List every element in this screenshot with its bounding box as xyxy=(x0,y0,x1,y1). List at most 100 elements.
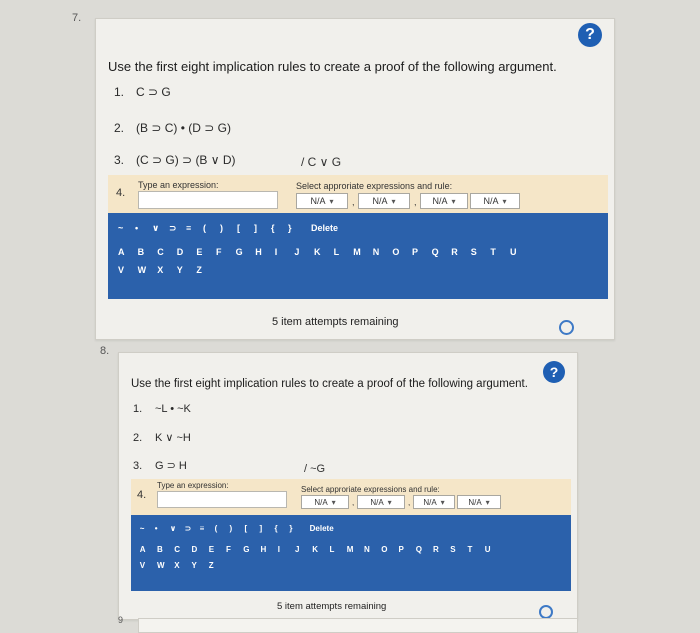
expression-select-2[interactable]: N/A ▾ xyxy=(357,495,405,509)
letter-key[interactable]: C xyxy=(157,247,164,257)
delete-button[interactable]: Delete xyxy=(311,223,338,233)
letter-key[interactable]: W xyxy=(138,265,147,275)
letter-key[interactable]: K xyxy=(314,247,321,257)
letter-key[interactable]: J xyxy=(294,247,299,257)
letter-key[interactable]: W xyxy=(157,561,165,570)
letter-key[interactable]: R xyxy=(451,247,458,257)
expression-select-3[interactable]: N/A ▾ xyxy=(420,193,468,209)
letter-key[interactable]: Q xyxy=(416,545,422,554)
expression-select-2[interactable]: N/A ▾ xyxy=(358,193,410,209)
symbol-key[interactable]: ≡ xyxy=(186,223,191,233)
symbol-key[interactable]: [ xyxy=(245,524,248,533)
letter-key[interactable]: C xyxy=(174,545,180,554)
letter-key[interactable]: G xyxy=(243,545,249,554)
letter-key[interactable]: L xyxy=(334,247,340,257)
letter-key[interactable]: O xyxy=(381,545,387,554)
letter-key[interactable]: X xyxy=(174,561,179,570)
symbol-key[interactable]: ( xyxy=(215,524,218,533)
premise-line-2: 2. (B ⊃ C) • (D ⊃ G) xyxy=(114,121,231,135)
chevron-down-icon: ▾ xyxy=(502,196,507,206)
letter-key[interactable]: P xyxy=(412,247,418,257)
letter-key[interactable]: Q xyxy=(432,247,439,257)
letter-key[interactable]: D xyxy=(192,545,198,554)
symbol-key[interactable]: ) xyxy=(230,524,233,533)
letter-key[interactable]: M xyxy=(347,545,354,554)
symbol-key[interactable]: [ xyxy=(237,223,240,233)
select-value: N/A xyxy=(370,497,384,507)
letter-key[interactable]: V xyxy=(118,265,124,275)
letter-key[interactable]: B xyxy=(138,247,145,257)
symbol-key[interactable]: ) xyxy=(220,223,223,233)
letter-key[interactable]: Y xyxy=(177,265,183,275)
symbol-key[interactable]: ] xyxy=(254,223,257,233)
letter-key[interactable]: A xyxy=(140,545,146,554)
letter-key[interactable]: O xyxy=(392,247,399,257)
letter-key[interactable]: I xyxy=(275,247,278,257)
letter-key[interactable]: J xyxy=(295,545,299,554)
letter-key[interactable]: Y xyxy=(192,561,197,570)
letter-key[interactable]: D xyxy=(177,247,184,257)
letter-key[interactable]: B xyxy=(157,545,163,554)
symbol-key[interactable]: ] xyxy=(259,524,262,533)
letter-key[interactable]: E xyxy=(196,247,202,257)
letter-key[interactable]: M xyxy=(353,247,361,257)
letter-key[interactable]: N xyxy=(364,545,370,554)
expression-select-1[interactable]: N/A ▾ xyxy=(301,495,349,509)
symbol-key[interactable]: ∨ xyxy=(152,223,159,234)
letter-key[interactable]: H xyxy=(255,247,262,257)
letter-key[interactable]: F xyxy=(216,247,222,257)
symbol-key[interactable]: ~ xyxy=(118,223,123,233)
letter-key[interactable]: X xyxy=(157,265,163,275)
expression-input[interactable] xyxy=(157,491,287,508)
letter-key[interactable]: G xyxy=(236,247,243,257)
chevron-down-icon: ▾ xyxy=(485,497,490,507)
line-number: 3. xyxy=(114,153,125,167)
symbol-key[interactable]: { xyxy=(274,524,277,533)
rule-select[interactable]: N/A ▾ xyxy=(470,193,520,209)
symbol-key[interactable]: • xyxy=(135,223,138,233)
letter-key[interactable]: I xyxy=(278,545,280,554)
select-rule-label: Select approriate expressions and rule: xyxy=(296,181,453,191)
status-circle-icon xyxy=(559,320,574,335)
symbol-key[interactable]: } xyxy=(288,223,292,233)
letter-key[interactable]: T xyxy=(490,247,496,257)
premise-expression: C ⊃ G xyxy=(136,85,171,99)
letter-key[interactable]: N xyxy=(373,247,380,257)
question-card-7: ? Use the first eight implication rules … xyxy=(95,18,615,340)
separator: , xyxy=(352,197,355,207)
expression-select-1[interactable]: N/A ▾ xyxy=(296,193,348,209)
select-value: N/A xyxy=(310,196,326,206)
letter-key[interactable]: R xyxy=(433,545,439,554)
letter-key[interactable]: K xyxy=(312,545,318,554)
letter-key[interactable]: U xyxy=(485,545,491,554)
symbol-key[interactable]: { xyxy=(271,223,275,233)
rule-select[interactable]: N/A ▾ xyxy=(457,495,501,509)
symbol-key[interactable]: ( xyxy=(203,223,206,233)
letter-key[interactable]: T xyxy=(468,545,473,554)
letter-key[interactable]: U xyxy=(510,247,517,257)
delete-button[interactable]: Delete xyxy=(310,524,334,533)
letter-key[interactable]: L xyxy=(330,545,335,554)
symbol-key[interactable]: ⊃ xyxy=(169,223,177,234)
help-icon[interactable]: ? xyxy=(578,23,602,47)
symbol-key[interactable]: } xyxy=(289,524,292,533)
letter-key[interactable]: H xyxy=(261,545,267,554)
type-expression-label: Type an expression: xyxy=(157,481,229,490)
letter-key[interactable]: P xyxy=(399,545,404,554)
expression-select-3[interactable]: N/A ▾ xyxy=(413,495,455,509)
letter-key[interactable]: F xyxy=(226,545,231,554)
symbol-key[interactable]: ≡ xyxy=(200,524,205,533)
symbol-key[interactable]: ⊃ xyxy=(185,524,192,533)
letter-key[interactable]: Z xyxy=(196,265,202,275)
expression-input[interactable] xyxy=(138,191,278,209)
letter-key[interactable]: E xyxy=(209,545,214,554)
letter-key[interactable]: V xyxy=(140,561,145,570)
help-icon[interactable]: ? xyxy=(543,361,565,383)
letter-key[interactable]: Z xyxy=(209,561,214,570)
symbol-key[interactable]: ~ xyxy=(140,524,145,533)
symbol-key[interactable]: • xyxy=(155,524,158,533)
letter-key[interactable]: A xyxy=(118,247,125,257)
letter-key[interactable]: S xyxy=(450,545,455,554)
symbol-key[interactable]: ∨ xyxy=(170,524,177,533)
letter-key[interactable]: S xyxy=(471,247,477,257)
